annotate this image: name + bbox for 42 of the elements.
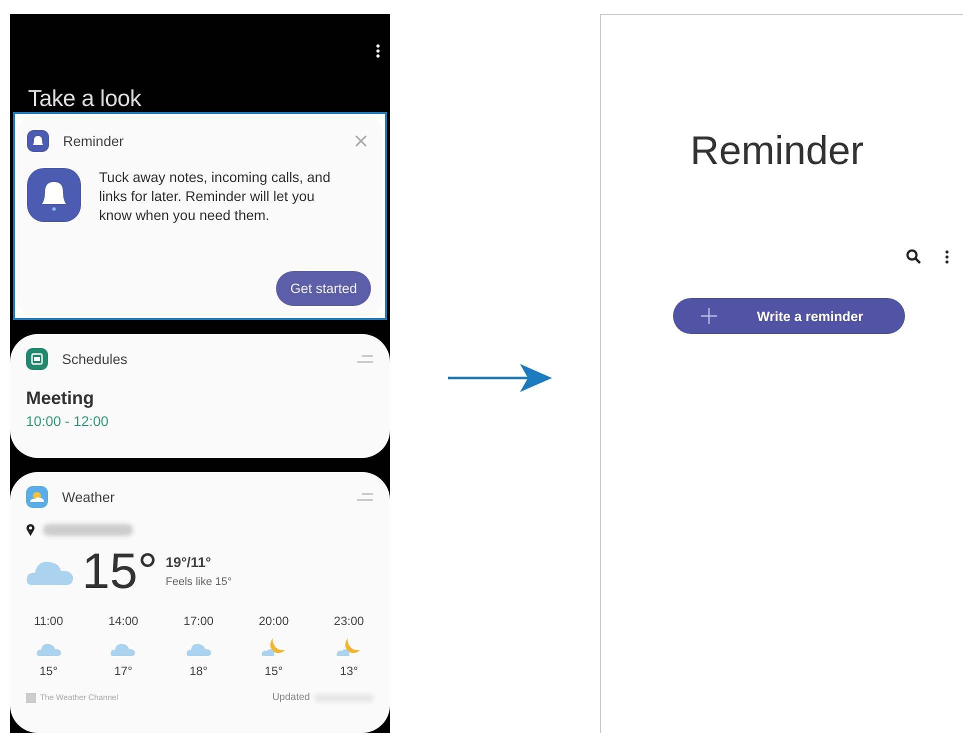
search-icon[interactable] xyxy=(906,249,921,264)
page-title: Take a look xyxy=(28,85,142,112)
bell-icon xyxy=(27,168,81,222)
weather-icon xyxy=(26,486,48,508)
forecast-temperature: 18° xyxy=(189,664,208,678)
forecast-temperature: 15° xyxy=(264,664,283,678)
weather-source: The Weather Channel xyxy=(40,693,120,702)
bell-icon xyxy=(27,130,49,152)
arrow-icon xyxy=(448,363,552,393)
app-title: Reminder xyxy=(690,129,864,174)
write-reminder-button[interactable]: Write a reminder xyxy=(673,298,905,334)
forecast-time: 14:00 xyxy=(108,614,138,628)
feels-like-text: Feels like 15° xyxy=(166,576,232,588)
card-title: Schedules xyxy=(62,351,128,367)
drag-handle-icon[interactable] xyxy=(356,493,374,501)
cloud-icon xyxy=(36,642,62,656)
more-options-icon[interactable] xyxy=(376,44,380,58)
event-time: 10:00 - 12:00 xyxy=(26,413,110,429)
description-text: Tuck away notes, incoming calls, and links for later. Reminder will let you know when you need them. xyxy=(99,168,332,225)
card-title: Weather xyxy=(62,489,116,505)
current-temperature: 15° xyxy=(82,546,158,596)
more-options-icon[interactable] xyxy=(945,250,949,264)
location-pin-icon xyxy=(26,524,35,536)
event-title: Meeting xyxy=(26,388,96,409)
cloud-icon xyxy=(110,642,136,656)
forecast-temperature: 13° xyxy=(340,664,358,678)
get-started-button[interactable]: Get started xyxy=(276,271,371,306)
drag-handle-icon[interactable] xyxy=(356,355,374,363)
calendar-icon xyxy=(26,348,48,370)
high-low-temperature: 19°/11° xyxy=(166,554,212,570)
plus-icon xyxy=(701,308,717,324)
forecast-temperature: 15° xyxy=(39,664,58,678)
moon-cloud-icon xyxy=(336,636,362,656)
forecast-time: 20:00 xyxy=(258,614,289,628)
card-title: Reminder xyxy=(63,133,125,149)
forecast-time: 23:00 xyxy=(334,614,364,628)
updated-label: Updated xyxy=(272,692,310,703)
forecast-temperature: 17° xyxy=(114,664,132,678)
cloud-icon xyxy=(186,642,212,656)
forecast-time: 17:00 xyxy=(184,614,214,628)
forecast-time: 11:00 xyxy=(34,614,64,628)
moon-cloud-icon xyxy=(260,636,287,656)
